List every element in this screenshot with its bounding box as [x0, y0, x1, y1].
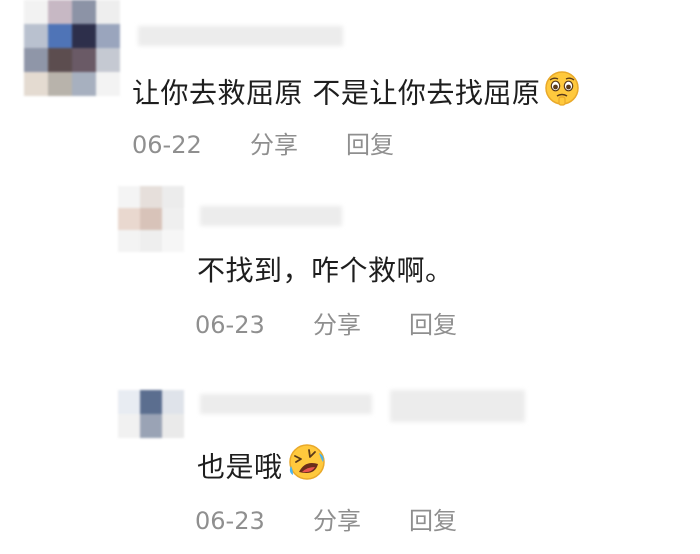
reply-button[interactable]: 回复 [346, 130, 394, 160]
comment-text: 不找到，咋个救啊。 [197, 253, 454, 289]
username-blurred[interactable] [200, 394, 372, 414]
comment-text-content: 让你去救屈原 不是让你去找屈原 [132, 76, 541, 110]
comment-meta: 06-23 分享 回复 [195, 310, 495, 340]
comment-date: 06-22 [132, 131, 202, 159]
share-button[interactable]: 分享 [313, 506, 361, 536]
comment-meta: 06-22 分享 回复 [132, 130, 432, 160]
comment-text-content: 也是哦 [197, 450, 283, 484]
comment-date: 06-23 [195, 311, 265, 339]
reply-button[interactable]: 回复 [409, 310, 457, 340]
comment-date: 06-23 [195, 507, 265, 535]
comment-text-content: 不找到，咋个救啊。 [197, 254, 454, 287]
avatar[interactable] [118, 390, 184, 438]
pleading-face-icon [542, 70, 582, 115]
share-button[interactable]: 分享 [250, 130, 298, 160]
username-blurred[interactable] [138, 26, 343, 46]
comment-meta: 06-23 分享 回复 [195, 506, 495, 536]
username-blurred[interactable] [200, 206, 342, 226]
reply-button[interactable]: 回复 [409, 506, 457, 536]
comment-text: 也是哦 [197, 444, 329, 493]
avatar[interactable] [118, 186, 184, 252]
share-button[interactable]: 分享 [313, 310, 361, 340]
username-blurred[interactable] [390, 390, 525, 422]
rolling-laughing-icon [285, 442, 329, 491]
comment-text: 让你去救屈原 不是让你去找屈原 [132, 70, 582, 117]
avatar[interactable] [24, 0, 120, 96]
